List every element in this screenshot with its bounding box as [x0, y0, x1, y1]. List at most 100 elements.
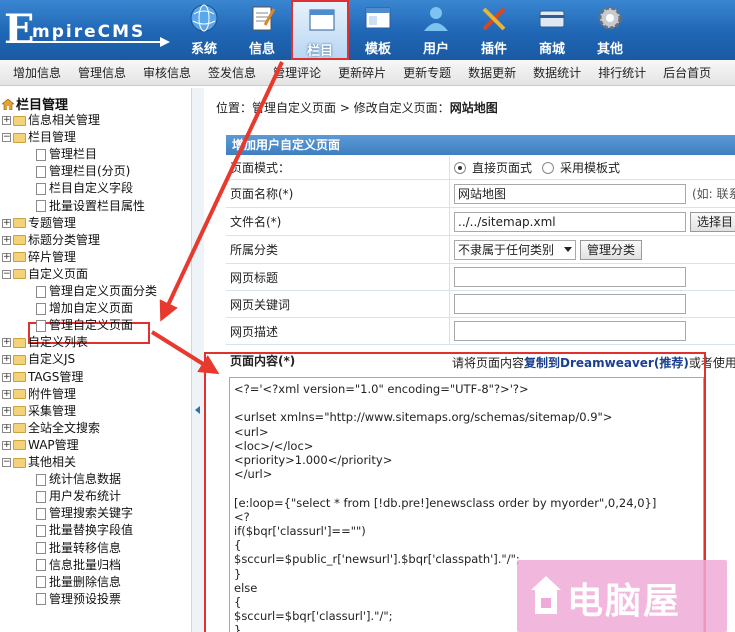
radio-direct-page[interactable] — [454, 161, 466, 174]
nav-item-7[interactable]: 其他 — [581, 0, 639, 60]
page-keywords-label: 网页关键词 — [226, 291, 450, 317]
subnav-link-4[interactable]: 管理评论 — [273, 64, 321, 81]
tree-item[interactable]: 管理自定义页面分类 — [36, 283, 157, 300]
subnav-link-3[interactable]: 签发信息 — [208, 64, 256, 81]
manage-category-button[interactable]: 管理分类 — [580, 239, 643, 260]
tree-item[interactable]: 管理预设投票 — [36, 591, 121, 608]
folder-icon — [13, 389, 26, 400]
folder-icon — [13, 115, 26, 126]
tree-folder[interactable]: + 采集管理 — [2, 403, 76, 420]
nav-item-label: 商城 — [538, 42, 565, 57]
nav-item-label: 其他 — [596, 42, 623, 57]
tree-item[interactable]: 栏目自定义字段 — [36, 180, 133, 197]
tree-folder[interactable]: + 自定义列表 — [2, 334, 88, 351]
folder-icon — [13, 372, 26, 382]
expand-icon[interactable]: + — [2, 218, 11, 228]
tree-item[interactable]: 管理栏目(分页) — [36, 163, 130, 180]
subnav-link-6[interactable]: 更新专题 — [403, 64, 451, 81]
subnav-link-1[interactable]: 管理信息 — [78, 64, 126, 81]
tree-item[interactable]: 批量替换字段值 — [36, 522, 133, 539]
expand-icon[interactable]: + — [2, 235, 11, 245]
main-nav: 系统 信息 栏目 模板 用户 插件 商城 其他 — [175, 0, 639, 60]
radio-template-page[interactable] — [542, 161, 555, 174]
tree-item[interactable]: 统计信息数据 — [36, 471, 121, 488]
tree-folder[interactable]: + 专题管理 — [2, 215, 76, 232]
tree-folder[interactable]: − 栏目管理 — [2, 129, 76, 146]
sidebar-splitter[interactable] — [192, 88, 204, 632]
nav-item-label: 模板 — [364, 42, 391, 57]
page-name-input[interactable]: 网站地图 — [454, 183, 686, 204]
folder-icon — [13, 218, 26, 229]
folder-icon — [13, 423, 26, 434]
tree-item[interactable]: 增加自定义页面 — [36, 300, 133, 317]
sidebar-tree: 栏目管理 + 信息相关管理 − 栏目管理 管理栏目 管理栏目(分页) 栏目自定义字段 批量设置… — [0, 88, 192, 632]
tree-folder[interactable]: + 碎片管理 — [2, 249, 76, 266]
nav-item-label: 插件 — [480, 42, 507, 57]
expand-icon[interactable]: + — [2, 372, 11, 382]
subnav-link-10[interactable]: 后台首页 — [663, 64, 711, 81]
page-title-label: 网页标题 — [226, 264, 450, 290]
tree-folder[interactable]: + TAGS管理 — [2, 369, 83, 386]
tree-item[interactable]: 批量转移信息 — [36, 540, 121, 557]
subnav-link-2[interactable]: 审核信息 — [143, 64, 191, 81]
expand-icon[interactable]: + — [2, 423, 11, 433]
category-select-value: 不隶属于任何类别 — [458, 242, 555, 257]
page-description-input[interactable] — [454, 321, 686, 341]
empirecms-logo[interactable]: E mpireCMS — [4, 8, 170, 52]
tree-item[interactable]: 信息批量归档 — [36, 557, 121, 574]
subnav-link-8[interactable]: 数据统计 — [533, 64, 581, 81]
tree-item[interactable]: 管理栏目 — [36, 146, 97, 163]
expand-icon[interactable]: + — [2, 406, 11, 416]
tree-folder[interactable]: − 其他相关 — [2, 454, 76, 471]
top-header: E mpireCMS 系统 信息 栏目 模板 用户 插件 商城 其他 — [0, 0, 735, 60]
tree-folder[interactable]: + 全站全文搜索 — [2, 420, 100, 437]
expand-icon[interactable]: + — [2, 116, 11, 125]
tree-folder[interactable]: − 自定义页面 — [2, 266, 88, 283]
subnav-link-7[interactable]: 数据更新 — [468, 64, 516, 81]
category-select[interactable]: 不隶属于任何类别 — [454, 239, 576, 260]
expand-icon[interactable]: + — [2, 389, 11, 399]
tree-item[interactable]: 管理自定义页面 — [36, 317, 133, 334]
file-name-input[interactable]: ../../sitemap.xml — [454, 211, 686, 232]
folder-icon — [13, 440, 26, 451]
tree-item[interactable]: 管理搜索关键字 — [36, 505, 133, 522]
tree-item-label: 管理自定义页面 — [49, 318, 134, 333]
tree-folder[interactable]: + WAP管理 — [2, 437, 79, 454]
collapse-icon[interactable]: − — [2, 133, 11, 143]
collapse-icon[interactable]: − — [2, 458, 11, 467]
tree-folder[interactable]: + 自定义JS — [2, 351, 75, 368]
tree-folder[interactable]: + 信息相关管理 — [2, 112, 100, 129]
expand-icon[interactable]: + — [2, 338, 11, 348]
collapse-arrow-icon[interactable] — [195, 406, 200, 414]
nav-item-1[interactable]: 信息 — [233, 0, 291, 60]
tree-folder[interactable]: + 标题分类管理 — [2, 232, 100, 249]
tree-item-label: 增加自定义页面 — [49, 301, 134, 316]
document-icon — [36, 524, 46, 537]
tree-item[interactable]: 批量删除信息 — [36, 574, 121, 591]
subnav-link-5[interactable]: 更新碎片 — [338, 64, 386, 81]
tree-item[interactable]: 用户发布统计 — [36, 488, 121, 505]
page-keywords-input[interactable] — [454, 294, 686, 314]
expand-icon[interactable]: + — [2, 440, 11, 450]
nav-item-6[interactable]: 商城 — [523, 0, 581, 60]
select-directory-button[interactable]: 选择目 — [690, 211, 735, 232]
nav-item-label: 用户 — [422, 42, 449, 57]
document-icon — [36, 593, 46, 606]
nav-item-4[interactable]: 用户 — [407, 0, 465, 60]
radio-direct-label: 直接页面式 — [472, 161, 533, 175]
sub-nav: 增加信息 管理信息 审核信息 签发信息 管理评论 更新碎片 更新专题 数据更新 数据统计 排行统计… — [0, 60, 735, 86]
nav-item-label: 系统 — [190, 42, 217, 57]
subnav-link-0[interactable]: 增加信息 — [13, 64, 61, 81]
nav-item-3[interactable]: 模板 — [349, 0, 407, 60]
subnav-link-9[interactable]: 排行统计 — [598, 64, 646, 81]
nav-item-2[interactable]: 栏目 — [291, 0, 349, 60]
tree-folder[interactable]: + 附件管理 — [2, 386, 76, 403]
nav-item-5[interactable]: 插件 — [465, 0, 523, 60]
document-icon — [36, 285, 46, 298]
expand-icon[interactable]: + — [2, 355, 11, 365]
nav-item-0[interactable]: 系统 — [175, 0, 233, 60]
tree-item[interactable]: 批量设置栏目属性 — [36, 198, 145, 215]
expand-icon[interactable]: + — [2, 252, 11, 262]
page-title-input[interactable] — [454, 267, 686, 287]
collapse-icon[interactable]: − — [2, 269, 11, 279]
